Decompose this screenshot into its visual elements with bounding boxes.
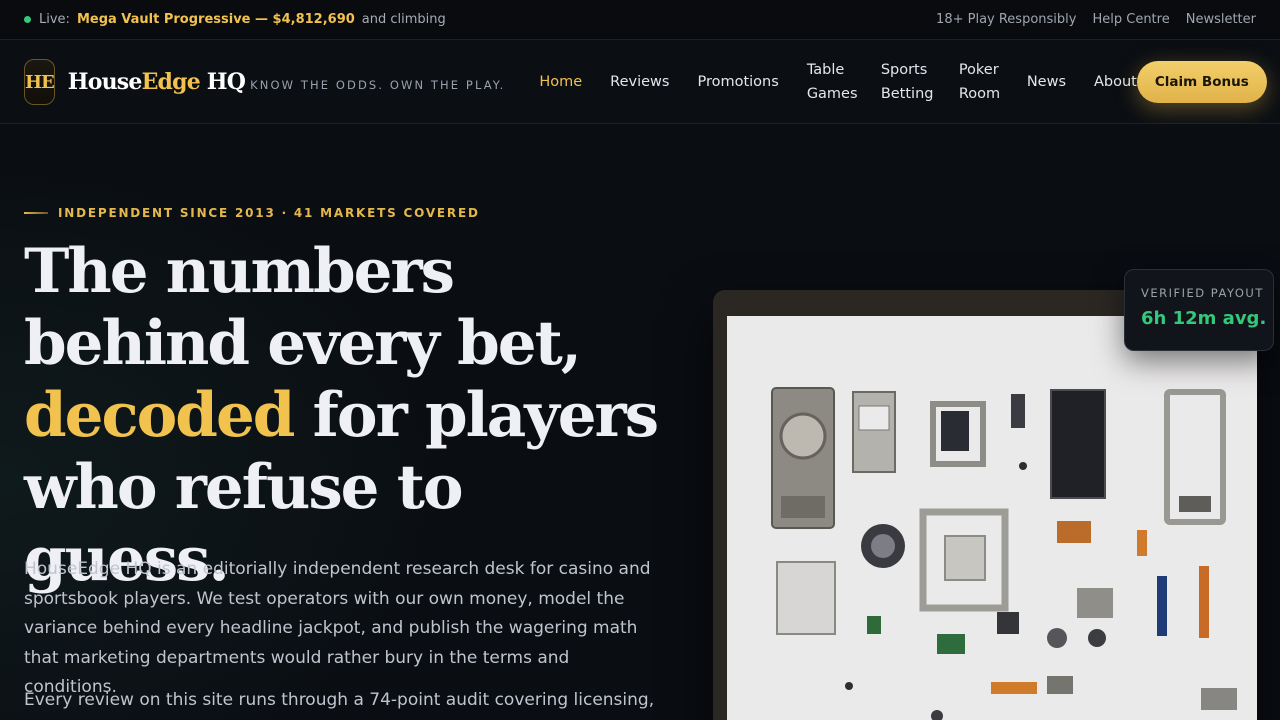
nav-sports-betting[interactable]: Sports Betting <box>881 58 934 106</box>
nav-about[interactable]: About <box>1094 70 1137 94</box>
nav-promotions[interactable]: Promotions <box>697 70 778 94</box>
utility-links: 18+ Play Responsibly Help Centre Newslet… <box>936 12 1256 27</box>
jackpot-amount: Mega Vault Progressive — $4,812,690 <box>76 12 355 27</box>
hero-photo <box>713 290 1257 720</box>
live-jackpot-ticker: Live: Mega Vault Progressive — $4,812,69… <box>24 12 446 27</box>
payout-label: VERIFIED PAYOUT <box>1141 286 1264 300</box>
live-label: Live: <box>39 12 70 27</box>
jackpot-suffix: and climbing <box>361 12 446 27</box>
top-ticker-bar: Live: Mega Vault Progressive — $4,812,69… <box>0 0 1280 40</box>
disassembled-camera-image <box>727 316 1257 720</box>
help-centre-link[interactable]: Help Centre <box>1092 12 1169 27</box>
brand-part-hq: HQ <box>199 69 246 95</box>
nav-reviews[interactable]: Reviews <box>610 70 669 94</box>
hero-eyebrow: INDEPENDENT SINCE 2013 · 41 MARKETS COVE… <box>24 206 480 220</box>
camera-parts-illustration <box>771 387 1237 720</box>
brand-name[interactable]: HouseEdge HQ <box>67 69 246 95</box>
site-header: HE HouseEdge HQ KNOW THE ODDS. OWN THE P… <box>0 41 1280 124</box>
main-nav: Home Reviews Promotions Table Games Spor… <box>539 58 1137 106</box>
brand-part-edge: Edge <box>141 69 201 95</box>
nav-news[interactable]: News <box>1027 70 1066 94</box>
headline-before: The numbers behind every bet, <box>24 236 582 379</box>
headline-highlight: decoded <box>24 380 295 451</box>
nav-poker-room[interactable]: Poker Room <box>959 58 1000 106</box>
live-indicator-icon <box>24 16 31 23</box>
newsletter-link[interactable]: Newsletter <box>1186 12 1256 27</box>
hero-lede: HouseEdge HQ is an editorially independe… <box>24 559 651 697</box>
hero-headline: The numbers behind every bet, decoded fo… <box>24 236 684 596</box>
eyebrow-rule <box>24 212 48 214</box>
claim-bonus-button[interactable]: Claim Bonus <box>1136 61 1267 103</box>
eyebrow-text: INDEPENDENT SINCE 2013 · 41 MARKETS COVE… <box>58 206 480 220</box>
logo-mark[interactable]: HE <box>24 59 55 105</box>
brand-tagline: KNOW THE ODDS. OWN THE PLAY. <box>250 78 506 92</box>
nav-table-games[interactable]: Table Games <box>807 58 858 106</box>
nav-home[interactable]: Home <box>539 70 582 94</box>
verified-payout-card: VERIFIED PAYOUT 6h 12m avg. <box>1124 269 1274 351</box>
payout-value: 6h 12m avg. <box>1141 308 1267 329</box>
responsible-play-link[interactable]: 18+ Play Responsibly <box>936 12 1076 27</box>
brand-part-house: House <box>67 69 143 95</box>
hero-lede-second: Every review on this site runs through a… <box>24 690 655 710</box>
hero-section: INDEPENDENT SINCE 2013 · 41 MARKETS COVE… <box>0 124 1280 720</box>
